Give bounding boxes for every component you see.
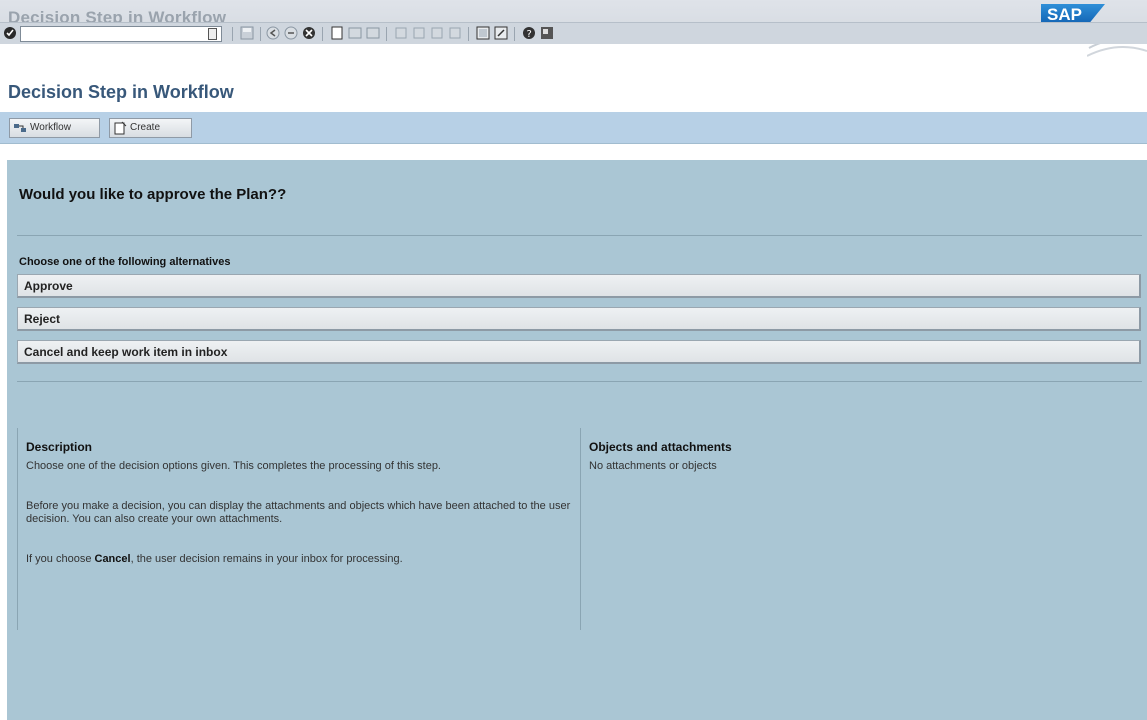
toolbar-separator bbox=[260, 27, 261, 41]
shortcut-icon[interactable] bbox=[494, 26, 508, 40]
create-button-label: Create bbox=[130, 122, 161, 133]
description-paragraph-1: Choose one of the decision options given… bbox=[26, 460, 441, 472]
prev-page-icon[interactable] bbox=[412, 26, 426, 40]
toolbar-separator bbox=[232, 27, 233, 41]
last-page-icon[interactable] bbox=[448, 26, 462, 40]
nav-exit-icon[interactable] bbox=[284, 26, 298, 40]
layout-icon[interactable] bbox=[540, 26, 554, 40]
description-paragraph-3: If you choose Cancel, the user decision … bbox=[26, 553, 403, 565]
objects-empty-text: No attachments or objects bbox=[589, 460, 717, 472]
workflow-icon bbox=[14, 124, 26, 132]
divider bbox=[17, 381, 1142, 382]
toolbar-separator bbox=[514, 27, 515, 41]
svg-text:?: ? bbox=[527, 29, 532, 40]
objects-attachments-panel: Objects and attachments No attachments o… bbox=[589, 428, 1141, 630]
next-page-icon[interactable] bbox=[430, 26, 444, 40]
application-toolbar: Workflow Create bbox=[0, 112, 1147, 144]
approve-button[interactable]: Approve bbox=[17, 274, 1141, 298]
print-icon[interactable] bbox=[330, 26, 344, 40]
toolbar-separator bbox=[322, 27, 323, 41]
page-title: Decision Step in Workflow bbox=[8, 82, 234, 102]
cancel-keyword: Cancel bbox=[94, 553, 131, 565]
toolbar-separator bbox=[386, 27, 387, 41]
check-icon[interactable] bbox=[3, 26, 17, 40]
nav-back-icon[interactable] bbox=[266, 26, 280, 40]
command-dropdown-icon[interactable] bbox=[208, 28, 217, 40]
alternatives-heading: Choose one of the following alternatives bbox=[19, 256, 231, 268]
decision-content-area: Would you like to approve the Plan?? Cho… bbox=[7, 160, 1147, 720]
cancel-icon[interactable] bbox=[302, 26, 316, 40]
description-title: Description bbox=[26, 440, 93, 454]
save-icon[interactable] bbox=[240, 26, 254, 40]
find-next-icon[interactable] bbox=[366, 26, 380, 40]
toolbar-separator bbox=[468, 27, 469, 41]
screen-title-bar: Decision Step in Workflow bbox=[0, 76, 1147, 108]
decision-question: Would you like to approve the Plan?? bbox=[19, 186, 287, 203]
objects-title: Objects and attachments bbox=[589, 440, 732, 454]
create-icon bbox=[114, 121, 127, 135]
create-button[interactable]: Create bbox=[109, 118, 192, 138]
cancel-keep-in-inbox-button[interactable]: Cancel and keep work item in inbox bbox=[17, 340, 1141, 364]
workflow-button[interactable]: Workflow bbox=[9, 118, 100, 138]
system-toolbar: ? bbox=[0, 22, 1147, 44]
reject-button[interactable]: Reject bbox=[17, 307, 1141, 331]
find-icon[interactable] bbox=[348, 26, 362, 40]
command-field[interactable] bbox=[20, 26, 222, 42]
divider bbox=[17, 235, 1142, 236]
first-page-icon[interactable] bbox=[394, 26, 408, 40]
workflow-button-label: Workflow bbox=[30, 122, 71, 133]
description-panel: Description Choose one of the decision o… bbox=[17, 428, 581, 630]
description-paragraph-2: Before you make a decision, you can disp… bbox=[26, 500, 571, 525]
new-session-icon[interactable] bbox=[476, 26, 490, 40]
help-icon[interactable]: ? bbox=[522, 26, 536, 40]
